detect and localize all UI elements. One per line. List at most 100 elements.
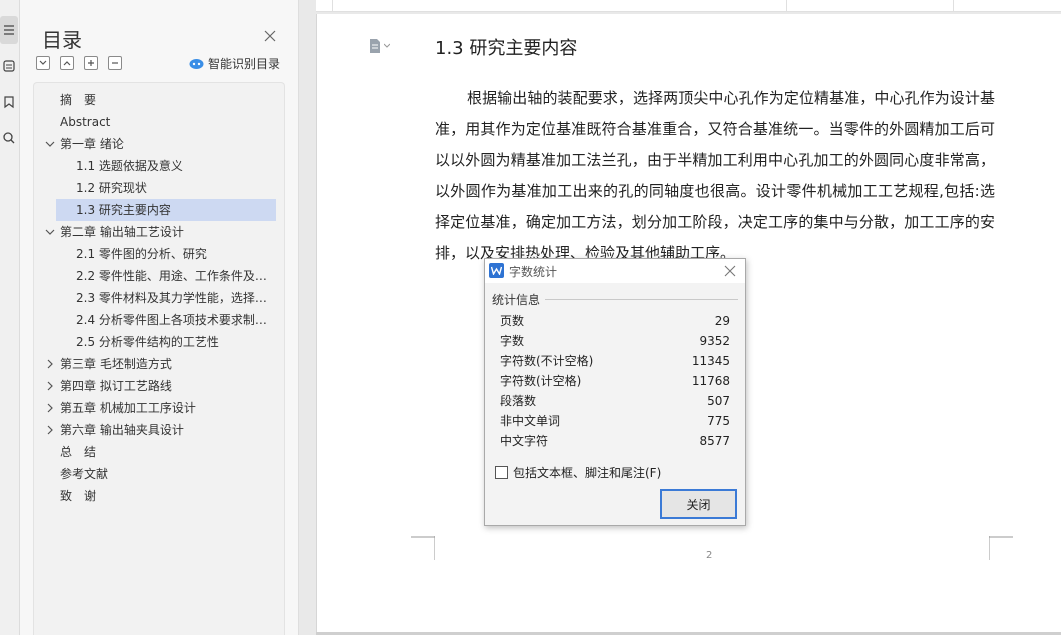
stat-row: 非中文单词 775 — [500, 411, 730, 431]
include-textbox-checkbox[interactable]: 包括文本框、脚注和尾注(F) — [495, 464, 661, 481]
toc-item-label: 总 结 — [60, 445, 97, 459]
document-icon[interactable] — [368, 38, 396, 54]
toc-item[interactable]: Abstract — [34, 111, 276, 133]
close-button[interactable]: 关闭 — [660, 489, 737, 519]
toc-item-label: 第一章 绪论 — [60, 137, 124, 151]
toc-item[interactable]: 1.2 研究现状 — [56, 177, 276, 199]
toc-item-label: 第五章 机械加工工序设计 — [60, 401, 196, 415]
toc-item[interactable]: 总 结 — [34, 441, 276, 463]
chevron-right-icon[interactable] — [45, 359, 55, 369]
toc-item[interactable]: 摘 要 — [34, 89, 276, 111]
smart-cloud-icon — [189, 58, 204, 69]
stat-value: 775 — [707, 414, 730, 428]
expand-all-icon[interactable] — [36, 56, 50, 70]
toc-item-label: 2.4 分析零件图上各项技术要求制… — [76, 313, 267, 327]
toc-item[interactable]: 2.3 零件材料及其力学性能，选择… — [56, 287, 276, 309]
close-icon[interactable] — [263, 29, 277, 43]
toc-item[interactable]: 参考文献 — [34, 463, 276, 485]
remove-heading-icon[interactable] — [108, 56, 122, 70]
section-heading: 1.3 研究主要内容 — [435, 38, 578, 59]
toc-item-label: 致 谢 — [60, 489, 97, 503]
stat-label: 字符数(计空格) — [500, 374, 582, 388]
stat-row: 字数 9352 — [500, 331, 730, 351]
stat-label: 字符数(不计空格) — [500, 354, 594, 368]
stat-value: 8577 — [699, 434, 730, 448]
page-corner-mark-right — [989, 536, 1013, 560]
stat-label: 非中文单词 — [500, 414, 561, 428]
document-structure-icon[interactable] — [0, 52, 18, 80]
toc-item[interactable]: 第二章 输出轴工艺设计 — [34, 221, 276, 243]
stat-row: 字符数(不计空格) 11345 — [500, 351, 730, 371]
dialog-close-icon[interactable] — [724, 265, 736, 277]
toc-item-label: 1.1 选题依据及意义 — [76, 159, 183, 173]
toc-panel: 目录 智能识别目录 摘 要 Abstract 第一章 绪论 1.1 选题依据及意义 1.… — [20, 0, 299, 635]
toc-item[interactable]: 第六章 输出轴夹具设计 — [34, 419, 276, 441]
stat-row: 段落数 507 — [500, 391, 730, 411]
toc-item-label: 第六章 输出轴夹具设计 — [60, 423, 184, 437]
chevron-down-icon[interactable] — [45, 227, 55, 237]
toc-item-label: 2.1 零件图的分析、研究 — [76, 247, 207, 261]
toc-list: 摘 要 Abstract 第一章 绪论 1.1 选题依据及意义 1.2 研究现状 1.3 … — [33, 82, 285, 635]
bookmark-icon[interactable] — [0, 88, 18, 116]
stat-row: 中文字符 8577 — [500, 431, 730, 451]
toc-item-label: 摘 要 — [60, 93, 97, 107]
toc-item[interactable]: 致 谢 — [34, 485, 276, 507]
toc-item-label: 第四章 拟订工艺路线 — [60, 379, 172, 393]
page-number: 2 — [706, 550, 713, 561]
toc-item-label: 第三章 毛坯制造方式 — [60, 357, 172, 371]
wps-logo-icon — [489, 263, 504, 278]
page-corner-mark-left — [411, 536, 435, 560]
toc-item-label: 第二章 输出轴工艺设计 — [60, 225, 184, 239]
stat-value: 11768 — [691, 374, 730, 388]
toc-title: 目录 — [42, 28, 82, 52]
toc-item-label: 参考文献 — [60, 467, 109, 481]
stat-label: 页数 — [500, 314, 525, 328]
toc-item-label: 1.3 研究主要内容 — [76, 203, 171, 217]
toc-toolbar — [36, 56, 122, 70]
section-label: 统计信息 — [492, 291, 545, 308]
stat-row: 字符数(计空格) 11768 — [500, 371, 730, 391]
chevron-down-icon[interactable] — [45, 139, 55, 149]
toc-item-label: 2.5 分析零件结构的工艺性 — [76, 335, 219, 349]
toc-item-label: Abstract — [60, 115, 111, 129]
toc-item[interactable]: 1.1 选题依据及意义 — [56, 155, 276, 177]
collapse-all-icon[interactable] — [60, 56, 74, 70]
toc-item-label: 2.2 零件性能、用途、工作条件及… — [76, 269, 267, 283]
search-icon[interactable] — [0, 124, 18, 152]
stat-label: 字数 — [500, 334, 525, 348]
checkbox-box[interactable] — [495, 466, 508, 479]
add-heading-icon[interactable] — [84, 56, 98, 70]
chevron-right-icon[interactable] — [45, 381, 55, 391]
stat-label: 段落数 — [500, 394, 537, 408]
smart-toc-button[interactable]: 智能识别目录 — [189, 55, 280, 72]
word-count-dialog: 字数统计 统计信息 页数 29 字数 9352 字符数(不计空格) 11345 字符数(计空… — [484, 258, 746, 526]
toc-item-label: 1.2 研究现状 — [76, 181, 147, 195]
toc-item[interactable]: 第四章 拟订工艺路线 — [34, 375, 276, 397]
toc-item[interactable]: 2.4 分析零件图上各项技术要求制… — [56, 309, 276, 331]
section-divider — [545, 299, 738, 300]
toc-item[interactable]: 第三章 毛坯制造方式 — [34, 353, 276, 375]
toc-item-label: 2.3 零件材料及其力学性能，选择… — [76, 291, 267, 305]
dialog-title: 字数统计 — [509, 265, 558, 279]
checkbox-label: 包括文本框、脚注和尾注(F) — [513, 466, 662, 480]
stat-value: 11345 — [691, 354, 730, 368]
top-ruler — [316, 0, 1061, 12]
stat-label: 中文字符 — [500, 434, 549, 448]
stat-value: 507 — [707, 394, 730, 408]
stat-value: 9352 — [699, 334, 730, 348]
toc-item[interactable]: 第五章 机械加工工序设计 — [34, 397, 276, 419]
toc-item[interactable]: 第一章 绪论 — [34, 133, 276, 155]
toc-toggle-icon[interactable] — [0, 16, 18, 44]
toc-item[interactable]: 2.5 分析零件结构的工艺性 — [56, 331, 276, 353]
toc-item[interactable]: 1.3 研究主要内容 — [56, 199, 276, 221]
dialog-titlebar[interactable]: 字数统计 — [485, 259, 745, 283]
body-paragraph: 根据输出轴的装配要求，选择两顶尖中心孔作为定位精基准，中心孔作为设计基准，用其作… — [435, 89, 995, 262]
chevron-right-icon[interactable] — [45, 425, 55, 435]
toc-item[interactable]: 2.1 零件图的分析、研究 — [56, 243, 276, 265]
smart-toc-label: 智能识别目录 — [208, 57, 281, 71]
stat-value: 29 — [714, 314, 730, 328]
side-icon-strip — [0, 0, 20, 635]
stat-row: 页数 29 — [500, 311, 730, 331]
toc-item[interactable]: 2.2 零件性能、用途、工作条件及… — [56, 265, 276, 287]
chevron-right-icon[interactable] — [45, 403, 55, 413]
